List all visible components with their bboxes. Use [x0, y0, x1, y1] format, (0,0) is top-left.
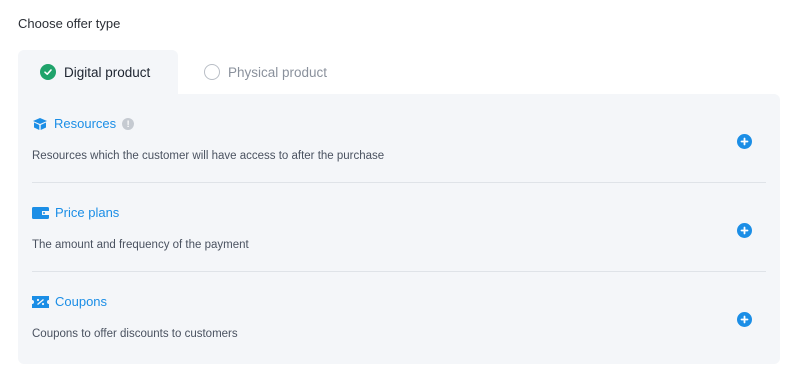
- section-title: Price plans: [55, 205, 120, 220]
- tab-digital-product[interactable]: Digital product: [18, 50, 178, 94]
- section-header[interactable]: Resources !: [32, 116, 135, 131]
- radio-empty-icon: [204, 64, 220, 80]
- tab-label: Digital product: [64, 64, 151, 80]
- section-description: Coupons to offer discounts to customers: [32, 328, 238, 340]
- section-coupons: Coupons Coupons to offer discounts to cu…: [32, 294, 766, 382]
- section-description: The amount and frequency of the payment: [32, 239, 249, 251]
- box-icon: [32, 117, 48, 131]
- divider: [32, 182, 766, 183]
- tab-physical-product[interactable]: Physical product: [178, 50, 349, 94]
- wallet-icon: [32, 206, 49, 219]
- add-price-plan-button[interactable]: [737, 223, 752, 238]
- divider: [32, 271, 766, 272]
- offer-details-panel: Resources ! Resources which the customer…: [18, 94, 780, 364]
- section-header[interactable]: Coupons: [32, 294, 107, 309]
- coupon-icon: [32, 295, 49, 308]
- offer-type-tabs: Digital product Physical product: [18, 50, 349, 94]
- section-header[interactable]: Price plans: [32, 205, 119, 220]
- section-title: Coupons: [55, 294, 108, 309]
- add-resource-button[interactable]: [737, 134, 752, 149]
- section-resources: Resources ! Resources which the customer…: [32, 116, 766, 204]
- page-title: Choose offer type: [18, 16, 121, 31]
- section-description: Resources which the customer will have a…: [32, 150, 385, 162]
- tab-label: Physical product: [228, 64, 328, 80]
- section-price-plans: Price plans The amount and frequency of …: [32, 205, 766, 293]
- add-coupon-button[interactable]: [737, 312, 752, 327]
- check-circle-icon: [40, 64, 56, 80]
- section-title: Resources: [54, 116, 117, 131]
- info-icon[interactable]: !: [122, 117, 135, 130]
